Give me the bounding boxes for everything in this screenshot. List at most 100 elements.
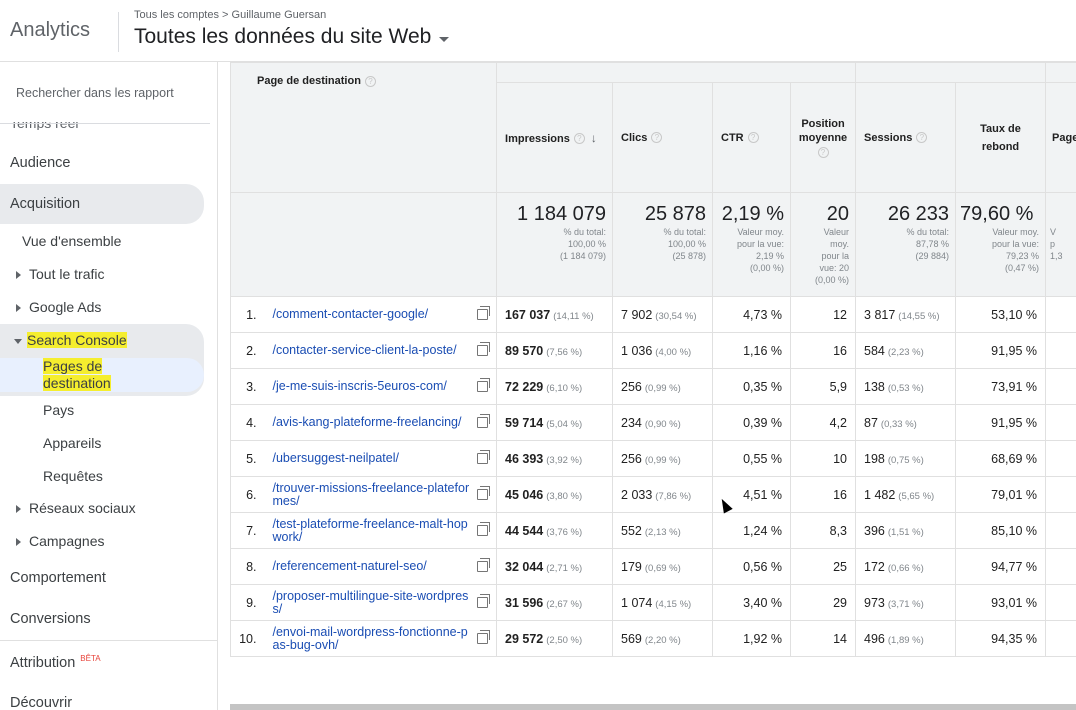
position-cell: 16 bbox=[790, 476, 857, 513]
landing-page-link[interactable]: /ubersuggest-neilpatel/ bbox=[273, 452, 493, 465]
total-note: p bbox=[1050, 239, 1056, 249]
sidebar-item-countries[interactable]: Pays bbox=[43, 402, 74, 418]
clicks-pct: (0,99 %) bbox=[644, 382, 681, 394]
landing-page-link[interactable]: /comment-contacter-google/ bbox=[273, 308, 493, 321]
sidebar-item-google-ads[interactable]: Google Ads bbox=[16, 299, 101, 315]
help-icon[interactable]: ? bbox=[817, 147, 829, 159]
table-row[interactable]: 1. /comment-contacter-google/167 037 (14,1… bbox=[230, 296, 1076, 333]
sessions-value: 138 bbox=[864, 379, 885, 394]
col-header-sessions[interactable]: Sessions? bbox=[855, 82, 957, 193]
col-header-bounce[interactable]: Taux de rebond bbox=[955, 82, 1047, 193]
total-note: pour la vue: bbox=[736, 239, 785, 249]
sidebar-item-queries[interactable]: Requêtes bbox=[43, 468, 103, 484]
col-header-landing-page[interactable]: Page de destination? bbox=[230, 62, 498, 193]
total-note: 87,78 % bbox=[915, 239, 950, 249]
impressions-pct: (14,11 %) bbox=[553, 310, 594, 322]
external-link-icon[interactable] bbox=[477, 341, 491, 356]
landing-page-link[interactable]: /test-plateforme-freelance-malt-hopwork/ bbox=[273, 517, 493, 544]
total-note: moy. bbox=[830, 239, 850, 249]
report-search-input[interactable]: Rechercher dans les rapport bbox=[16, 86, 174, 100]
sessions-value: 172 bbox=[864, 559, 885, 574]
table-row[interactable]: 4. /avis-kang-plateforme-freelancing/59 7… bbox=[230, 404, 1076, 441]
sidebar-item-search-console[interactable]: Search Console bbox=[14, 332, 127, 348]
landing-page-link[interactable]: /trouver-missions-freelance-plateformes/ bbox=[273, 481, 493, 508]
bounce-cell: 93,01 % bbox=[955, 584, 1047, 621]
table-row[interactable]: 7./test-plateforme-freelance-malt-hopwor… bbox=[230, 512, 1076, 549]
help-icon[interactable]: ? bbox=[747, 132, 759, 144]
sidebar-item-attribution[interactable]: Attribution BÊTA bbox=[10, 654, 101, 671]
table-row[interactable]: 10./envoi-mail-wordpress-fonctionne-pas-… bbox=[230, 620, 1076, 657]
landing-page-cell: /je-me-suis-inscris-5euros-com/ bbox=[266, 368, 498, 405]
view-selector[interactable]: Toutes les données du site Web bbox=[134, 25, 450, 49]
position-cell: 5,9 bbox=[790, 368, 857, 405]
total-note: pour la bbox=[821, 251, 850, 261]
sidebar-item-devices[interactable]: Appareils bbox=[43, 435, 101, 451]
sidebar-item-landing-pages[interactable]: Pages de destination bbox=[43, 358, 123, 392]
sessions-pct: (2,23 %) bbox=[887, 346, 924, 358]
landing-page-link[interactable]: /contacter-service-client-la-poste/ bbox=[273, 344, 493, 357]
col-header-impressions[interactable]: Impressions? ↓ bbox=[496, 82, 614, 193]
col-header-clicks[interactable]: Clics? bbox=[612, 82, 714, 193]
external-link-icon[interactable] bbox=[477, 413, 491, 428]
total-note: % du total: bbox=[563, 227, 607, 237]
col-header-position[interactable]: Position moyenne? bbox=[790, 82, 857, 193]
total-note: 100,00 % bbox=[667, 239, 707, 249]
sidebar-item-overview[interactable]: Vue d'ensemble bbox=[22, 233, 121, 249]
external-link-icon[interactable] bbox=[477, 521, 491, 536]
external-link-icon[interactable] bbox=[477, 485, 491, 500]
table-row[interactable]: 8. /referencement-naturel-seo/32 044 (2,71… bbox=[230, 548, 1076, 585]
clicks-pct: (30,54 %) bbox=[655, 310, 697, 322]
sessions-value: 584 bbox=[864, 343, 885, 358]
col-header-pages-per-session[interactable]: Page bbox=[1045, 82, 1076, 193]
external-link-icon[interactable] bbox=[477, 377, 491, 392]
landing-page-link[interactable]: /envoi-mail-wordpress-fonctionne-pas-bug… bbox=[273, 625, 493, 652]
sort-down-icon[interactable]: ↓ bbox=[591, 131, 597, 145]
sidebar-item-behavior[interactable]: Comportement bbox=[10, 570, 106, 586]
analytics-brand[interactable]: Analytics bbox=[10, 19, 90, 42]
clicks-pct: (0,90 %) bbox=[644, 418, 681, 430]
table-row[interactable]: 3./je-me-suis-inscris-5euros-com/72 229(… bbox=[230, 368, 1076, 405]
landing-page-cell: /envoi-mail-wordpress-fonctionne-pas-bug… bbox=[266, 620, 498, 657]
clicks-value: 234 bbox=[621, 415, 642, 430]
impressions-cell: 31 596 (2,67 %) bbox=[496, 584, 614, 621]
sidebar-item-social[interactable]: Réseaux sociaux bbox=[16, 500, 136, 516]
sessions-value: 198 bbox=[864, 451, 885, 466]
pages-cut-cell bbox=[1045, 620, 1076, 657]
sidebar-item-campaigns[interactable]: Campagnes bbox=[16, 533, 105, 549]
table-row[interactable]: 2. /contacter-service-client-la-poste/89 … bbox=[230, 332, 1076, 369]
sidebar-item-all-traffic[interactable]: Tout le trafic bbox=[16, 266, 104, 282]
top-header: Analytics Tous les comptes > Guillaume G… bbox=[0, 0, 1076, 62]
sessions-pct: (0,33 %) bbox=[880, 418, 917, 430]
sidebar-item-discover[interactable]: Découvrir bbox=[10, 695, 72, 710]
sidebar-item-acquisition[interactable]: Acquisition bbox=[10, 196, 80, 212]
external-link-icon[interactable] bbox=[477, 593, 491, 608]
landing-page-link[interactable]: /proposer-multilingue-site-wordpress/ bbox=[273, 589, 493, 616]
help-icon[interactable]: ? bbox=[573, 133, 585, 145]
row-index: 7. bbox=[230, 512, 267, 549]
chevron-down-icon bbox=[439, 36, 450, 42]
sidebar-item-label: Search Console bbox=[27, 332, 127, 348]
help-icon[interactable]: ? bbox=[364, 75, 376, 87]
col-header-ctr[interactable]: CTR? bbox=[712, 82, 792, 193]
landing-page-link[interactable]: /avis-kang-plateforme-freelancing/ bbox=[273, 416, 493, 429]
clicks-value: 179 bbox=[621, 559, 642, 574]
sessions-pct: (3,71 %) bbox=[887, 598, 924, 610]
sidebar-item-audience[interactable]: Audience bbox=[10, 155, 70, 171]
external-link-icon[interactable] bbox=[477, 629, 491, 644]
external-link-icon[interactable] bbox=[477, 305, 491, 320]
table-row[interactable]: 6./trouver-missions-freelance-plateforme… bbox=[230, 476, 1076, 513]
sidebar-item-conversions[interactable]: Conversions bbox=[10, 611, 91, 627]
help-icon[interactable]: ? bbox=[916, 132, 928, 144]
landing-page-link[interactable]: /je-me-suis-inscris-5euros-com/ bbox=[273, 380, 493, 393]
landing-page-link[interactable]: /referencement-naturel-seo/ bbox=[273, 560, 493, 573]
external-link-icon[interactable] bbox=[477, 557, 491, 572]
account-breadcrumb[interactable]: Tous les comptes > Guillaume Guersan bbox=[134, 9, 326, 21]
landing-page-cell: /test-plateforme-freelance-malt-hopwork/ bbox=[266, 512, 498, 549]
external-link-icon[interactable] bbox=[477, 449, 491, 464]
horizontal-scrollbar[interactable] bbox=[230, 704, 1076, 710]
total-value: 1 184 079 bbox=[517, 203, 607, 225]
sidebar-divider bbox=[0, 640, 217, 641]
table-row[interactable]: 9./proposer-multilingue-site-wordpress/3… bbox=[230, 584, 1076, 621]
help-icon[interactable]: ? bbox=[651, 132, 663, 144]
table-row[interactable]: 5./ubersuggest-neilpatel/46 393 (3,92 %) 2… bbox=[230, 440, 1076, 477]
